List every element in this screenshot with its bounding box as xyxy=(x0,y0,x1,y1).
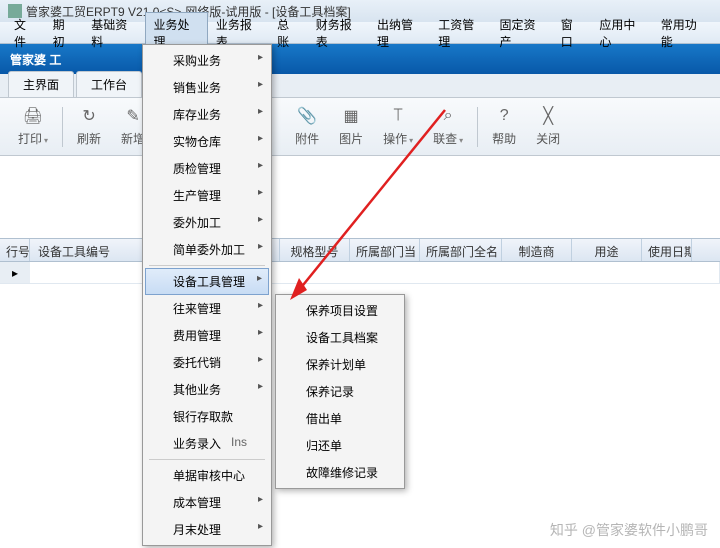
refresh-button[interactable]: ↻刷新 xyxy=(67,102,111,151)
menu-1[interactable]: 期初 xyxy=(45,13,84,53)
col-deptcur[interactable]: 所属部门当 xyxy=(350,239,420,261)
tab-workbench[interactable]: 工作台 xyxy=(76,71,142,97)
link-icon: ⌕ xyxy=(438,106,458,126)
menuitem-设备工具档案[interactable]: 设备工具档案 xyxy=(278,324,402,351)
new-icon: ✎ xyxy=(123,106,143,126)
menuitem-质检管理[interactable]: 质检管理 xyxy=(145,155,269,182)
menuitem-成本管理[interactable]: 成本管理 xyxy=(145,489,269,516)
menuitem-费用管理[interactable]: 费用管理 xyxy=(145,322,269,349)
menu-11[interactable]: 应用中心 xyxy=(591,13,652,53)
menuitem-借出单[interactable]: 借出单 xyxy=(278,405,402,432)
menuitem-实物仓库[interactable]: 实物仓库 xyxy=(145,128,269,155)
menuitem-简单委外加工[interactable]: 简单委外加工 xyxy=(145,236,269,263)
attach-button[interactable]: 📎附件 xyxy=(285,102,329,151)
menuitem-往来管理[interactable]: 往来管理 xyxy=(145,295,269,322)
menubar: 文件期初基础资料业务处理业务报表总账财务报表出纳管理工资管理固定资产窗口应用中心… xyxy=(0,22,720,44)
operate-icon: ⟙ xyxy=(388,106,408,126)
image-button[interactable]: ▦图片 xyxy=(329,102,373,151)
menuitem-月末处理[interactable]: 月末处理 xyxy=(145,516,269,543)
toolbar: 🖨打印▾ ↻刷新 ✎新增 📎附件 ▦图片 ⟙操作▾ ⌕联查▾ ?帮助 ╳关闭 xyxy=(0,98,720,156)
menu-6[interactable]: 财务报表 xyxy=(308,13,369,53)
menuitem-设备工具管理[interactable]: 设备工具管理 xyxy=(145,268,269,295)
grid-header: 行号设备工具编号规格型号所属部门当所属部门全名制造商用途使用日期 xyxy=(0,238,720,262)
menu-12[interactable]: 常用功能 xyxy=(653,13,714,53)
menuitem-其他业务[interactable]: 其他业务 xyxy=(145,376,269,403)
col-spec[interactable]: 规格型号 xyxy=(280,239,350,261)
menu-9[interactable]: 固定资产 xyxy=(492,13,553,53)
row-indicator: ▸ xyxy=(0,262,30,283)
refresh-icon: ↻ xyxy=(79,106,99,126)
menu-0[interactable]: 文件 xyxy=(6,13,45,53)
col-use[interactable]: 用途 xyxy=(572,239,642,261)
print-icon: 🖨 xyxy=(23,106,43,126)
menuitem-保养项目设置[interactable]: 保养项目设置 xyxy=(278,297,402,324)
print-button[interactable]: 🖨打印▾ xyxy=(8,102,58,151)
tabbar: 主界面 工作台 xyxy=(0,74,720,98)
tab-main[interactable]: 主界面 xyxy=(8,71,74,97)
link-button[interactable]: ⌕联查▾ xyxy=(423,102,473,151)
close-button[interactable]: ╳关闭 xyxy=(526,102,570,151)
menu-5[interactable]: 总账 xyxy=(269,13,308,53)
col-deptfull[interactable]: 所属部门全名 xyxy=(420,239,502,261)
menuitem-采购业务[interactable]: 采购业务 xyxy=(145,47,269,74)
menuitem-委托代销[interactable]: 委托代销 xyxy=(145,349,269,376)
menuitem-保养记录[interactable]: 保养记录 xyxy=(278,378,402,405)
menuitem-销售业务[interactable]: 销售业务 xyxy=(145,74,269,101)
col-rowno[interactable]: 行号 xyxy=(0,239,30,261)
col-usedate[interactable]: 使用日期 xyxy=(642,239,692,261)
help-button[interactable]: ?帮助 xyxy=(482,102,526,151)
menu-7[interactable]: 出纳管理 xyxy=(369,13,430,53)
operate-button[interactable]: ⟙操作▾ xyxy=(373,102,423,151)
table-row[interactable]: ▸ xyxy=(0,262,720,284)
col-maker[interactable]: 制造商 xyxy=(502,239,572,261)
menu-2[interactable]: 基础资料 xyxy=(83,13,144,53)
menuitem-故障维修记录[interactable]: 故障维修记录 xyxy=(278,459,402,486)
close-icon: ╳ xyxy=(538,106,558,126)
menu-business: 采购业务销售业务库存业务实物仓库质检管理生产管理委外加工简单委外加工设备工具管理… xyxy=(142,44,272,546)
menu-8[interactable]: 工资管理 xyxy=(430,13,491,53)
menuitem-单据审核中心[interactable]: 单据审核中心 xyxy=(145,462,269,489)
menu-10[interactable]: 窗口 xyxy=(553,13,592,53)
help-icon: ? xyxy=(494,106,514,126)
menuitem-委外加工[interactable]: 委外加工 xyxy=(145,209,269,236)
menuitem-保养计划单[interactable]: 保养计划单 xyxy=(278,351,402,378)
submenu-equipment: 保养项目设置设备工具档案保养计划单保养记录借出单归还单故障维修记录 xyxy=(275,294,405,489)
attach-icon: 📎 xyxy=(297,106,317,126)
menuitem-生产管理[interactable]: 生产管理 xyxy=(145,182,269,209)
menuitem-银行存取款[interactable]: 银行存取款 xyxy=(145,403,269,430)
watermark: 知乎 @管家婆软件小鹏哥 xyxy=(550,520,708,540)
menuitem-归还单[interactable]: 归还单 xyxy=(278,432,402,459)
menuitem-库存业务[interactable]: 库存业务 xyxy=(145,101,269,128)
image-icon: ▦ xyxy=(341,106,361,126)
grid-body: ▸ xyxy=(0,262,720,284)
menuitem-业务录入[interactable]: 业务录入Ins xyxy=(145,430,269,457)
